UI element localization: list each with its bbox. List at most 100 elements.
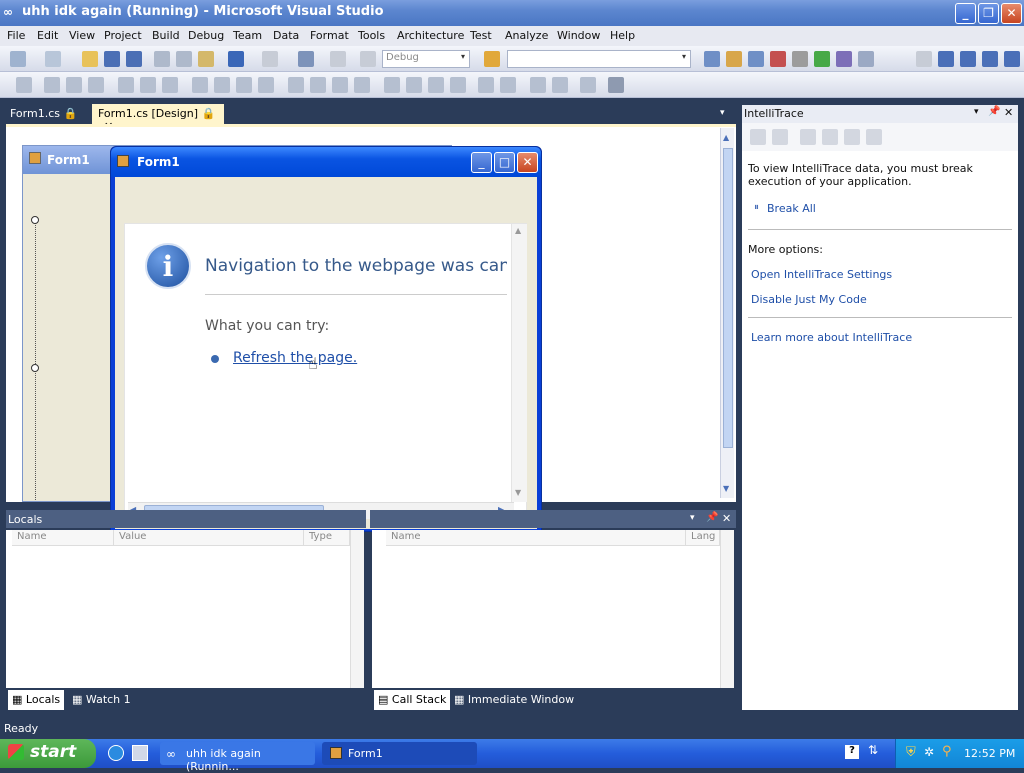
show-next-statement-icon[interactable]: [1004, 51, 1020, 67]
align-bottoms-icon[interactable]: [162, 77, 178, 93]
open-file-icon[interactable]: [82, 51, 98, 67]
search-icon[interactable]: ⚲: [942, 744, 952, 759]
tab-locals[interactable]: ▦ Locals: [8, 690, 65, 710]
align-lefts-icon[interactable]: [44, 77, 60, 93]
undo-icon[interactable]: [228, 51, 244, 67]
find-icon[interactable]: [484, 51, 500, 67]
window-position-icon[interactable]: ▾: [690, 513, 695, 523]
tab-form1-cs[interactable]: Form1.cs 🔒: [4, 104, 83, 124]
make-same-width-icon[interactable]: [192, 77, 208, 93]
command-window-icon[interactable]: [858, 51, 874, 67]
team-explorer-icon[interactable]: [836, 51, 852, 67]
stop-debugging-icon[interactable]: [960, 51, 976, 67]
designer-vertical-scrollbar[interactable]: ▲ ▼: [720, 128, 734, 498]
menu-edit[interactable]: Edit: [37, 29, 58, 42]
horizontal-spacing-icon[interactable]: [288, 77, 304, 93]
solution-configuration-select[interactable]: Debug ▾: [382, 50, 470, 68]
menu-architecture[interactable]: Architecture: [397, 29, 464, 42]
form-maximize-button[interactable]: □: [494, 152, 515, 173]
align-centers-icon[interactable]: [66, 77, 82, 93]
save-log-icon[interactable]: [866, 129, 882, 145]
form-minimize-button[interactable]: _: [471, 152, 492, 173]
menu-test[interactable]: Test: [470, 29, 492, 42]
start-page-icon[interactable]: [814, 51, 830, 67]
toolbox-icon[interactable]: [770, 51, 786, 67]
find-combo[interactable]: ▾: [507, 50, 691, 68]
show-desktop-icon[interactable]: [132, 745, 148, 761]
remove-vertical-spacing-icon[interactable]: [450, 77, 466, 93]
window-position-icon[interactable]: ▾: [974, 107, 979, 117]
scroll-down-icon[interactable]: ▼: [515, 488, 521, 497]
refresh-page-link[interactable]: Refresh the page.: [233, 350, 357, 366]
learn-more-intellitrace-link[interactable]: Learn more about IntelliTrace: [751, 331, 912, 344]
menu-format[interactable]: Format: [310, 29, 349, 42]
menu-analyze[interactable]: Analyze: [505, 29, 548, 42]
decrease-vertical-spacing-icon[interactable]: [428, 77, 444, 93]
column-header-name[interactable]: Name: [12, 530, 114, 546]
break-all-icon[interactable]: [938, 51, 954, 67]
close-panel-icon[interactable]: ✕: [722, 512, 731, 525]
menu-tools[interactable]: Tools: [358, 29, 385, 42]
vertical-spacing-icon[interactable]: [384, 77, 400, 93]
scroll-up-icon[interactable]: ▲: [723, 133, 729, 142]
menu-view[interactable]: View: [69, 29, 95, 42]
tab-immediate-window[interactable]: ▦ Immediate Window: [450, 690, 578, 710]
network-icon[interactable]: ✲: [924, 745, 934, 759]
refresh-icon[interactable]: [822, 129, 838, 145]
show-calls-icon[interactable]: [750, 129, 766, 145]
help-tray-icon[interactable]: ?: [845, 745, 859, 759]
remove-horizontal-spacing-icon[interactable]: [354, 77, 370, 93]
make-same-size-icon[interactable]: [258, 77, 274, 93]
save-icon[interactable]: [104, 51, 120, 67]
add-item-icon[interactable]: [45, 51, 61, 67]
start-debugging-icon[interactable]: [360, 51, 376, 67]
scroll-down-icon[interactable]: ▼: [723, 484, 729, 493]
continue-icon[interactable]: [916, 51, 932, 67]
tab-order-icon[interactable]: [580, 77, 596, 93]
extension-manager-icon[interactable]: [792, 51, 808, 67]
scroll-thumb[interactable]: [723, 148, 733, 448]
scroll-up-icon[interactable]: ▲: [515, 226, 521, 235]
show-events-icon[interactable]: [772, 129, 788, 145]
menu-build[interactable]: Build: [152, 29, 180, 42]
decrease-horizontal-spacing-icon[interactable]: [332, 77, 348, 93]
column-header-value[interactable]: Value: [114, 530, 304, 546]
break-all-link[interactable]: Break All: [767, 202, 816, 215]
column-header-language[interactable]: Lang: [686, 530, 720, 546]
taskbar-item-visual-studio[interactable]: ∞ uhh idk again (Runnin...: [160, 742, 315, 773]
menu-data[interactable]: Data: [273, 29, 299, 42]
restore-button[interactable]: ❐: [978, 3, 999, 24]
center-horizontally-icon[interactable]: [478, 77, 494, 93]
menu-project[interactable]: Project: [104, 29, 142, 42]
close-panel-icon[interactable]: ✕: [1004, 106, 1013, 119]
auto-hide-pin-icon[interactable]: 📌: [706, 512, 718, 523]
resize-handle[interactable]: [31, 216, 39, 224]
filter-icon[interactable]: [800, 129, 816, 145]
align-middles-icon[interactable]: [140, 77, 156, 93]
properties-icon[interactable]: [726, 51, 742, 67]
increase-vertical-spacing-icon[interactable]: [406, 77, 422, 93]
size-to-grid-icon[interactable]: [214, 77, 230, 93]
align-tops-icon[interactable]: [118, 77, 134, 93]
send-to-back-icon[interactable]: [552, 77, 568, 93]
minimize-button[interactable]: _: [955, 3, 976, 24]
running-form-window[interactable]: Form1 _ □ ✕ i Navigation to the webpage …: [110, 146, 542, 532]
tab-dropdown-icon[interactable]: ▾: [720, 108, 725, 118]
taskbar-item-form1[interactable]: Form1: [322, 742, 477, 765]
navigate-forward-icon[interactable]: [330, 51, 346, 67]
new-project-icon[interactable]: [10, 51, 26, 67]
save-all-icon[interactable]: [126, 51, 142, 67]
start-button[interactable]: start: [0, 739, 96, 768]
increase-horizontal-spacing-icon[interactable]: [310, 77, 326, 93]
menu-file[interactable]: File: [7, 29, 25, 42]
tray-expand-icon[interactable]: ⇅: [868, 743, 878, 757]
align-to-grid-icon[interactable]: [16, 77, 32, 93]
resize-handle[interactable]: [31, 364, 39, 372]
browser-vertical-scrollbar[interactable]: ▲ ▼: [511, 224, 527, 502]
navigate-backward-icon[interactable]: [298, 51, 314, 67]
align-rights-icon[interactable]: [88, 77, 104, 93]
locals-scrollbar[interactable]: [350, 530, 364, 688]
menu-window[interactable]: Window: [557, 29, 600, 42]
auto-hide-pin-icon[interactable]: 📌: [988, 106, 1000, 117]
open-intellitrace-settings-link[interactable]: Open IntelliTrace Settings: [751, 268, 892, 281]
